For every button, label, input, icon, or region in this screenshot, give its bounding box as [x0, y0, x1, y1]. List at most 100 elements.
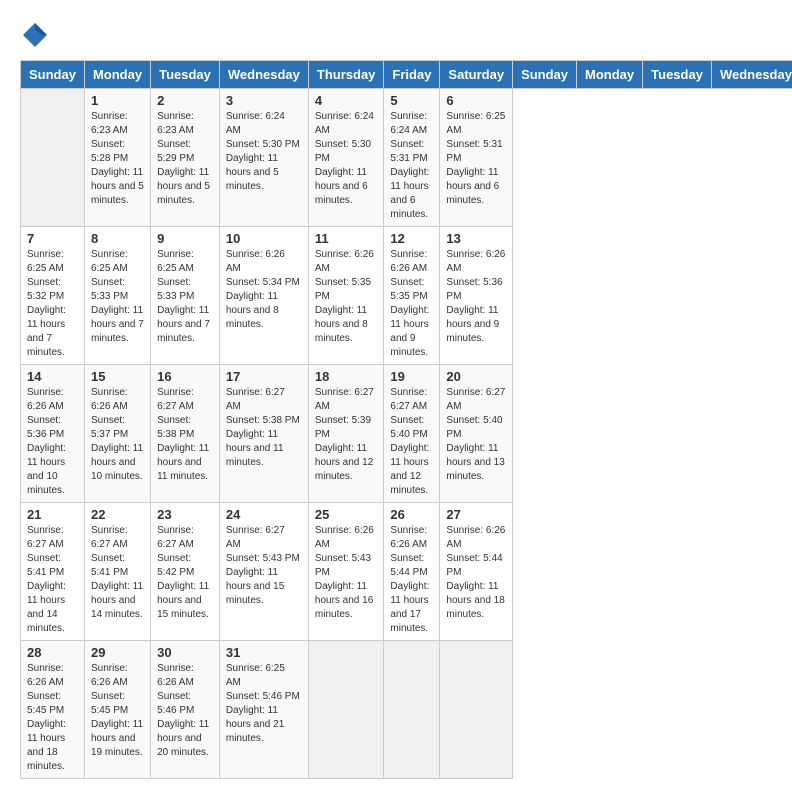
logo	[20, 20, 54, 50]
col-header-tuesday: Tuesday	[151, 61, 220, 89]
calendar-cell: 9Sunrise: 6:25 AMSunset: 5:33 PMDaylight…	[151, 227, 220, 365]
calendar-cell	[440, 641, 513, 779]
day-number: 15	[91, 369, 144, 384]
day-number: 27	[446, 507, 506, 522]
week-row-3: 14Sunrise: 6:26 AMSunset: 5:36 PMDayligh…	[21, 365, 792, 503]
calendar-cell: 30 Sunrise: 6:26 AMSunset: 5:46 PMDayligh…	[151, 641, 220, 779]
calendar-cell: 31Sunrise: 6:25 AMSunset: 5:46 PMDayligh…	[219, 641, 308, 779]
day-info: Sunrise: 6:26 AMSunset: 5:44 PMDaylight:…	[390, 524, 433, 636]
calendar-cell: 1Sunrise: 6:23 AMSunset: 5:28 PMDaylight…	[84, 89, 150, 227]
calendar-cell: 27 Sunrise: 6:26 AMSunset: 5:44 PMDayligh…	[440, 503, 513, 641]
week-row-1: 1Sunrise: 6:23 AMSunset: 5:28 PMDaylight…	[21, 89, 792, 227]
day-info: Sunrise: 6:26 AMSunset: 5:45 PMDaylight:…	[91, 662, 144, 760]
calendar-cell: 21 Sunrise: 6:27 AMSunset: 5:41 PMDayligh…	[21, 503, 85, 641]
calendar-cell: 4Sunrise: 6:24 AMSunset: 5:30 PMDaylight…	[308, 89, 384, 227]
col-header-tuesday: Tuesday	[643, 61, 712, 89]
col-header-sunday: Sunday	[513, 61, 577, 89]
day-info: Sunrise: 6:26 AMSunset: 5:45 PMDaylight:…	[27, 662, 78, 774]
day-info: Sunrise: 6:25 AMSunset: 5:32 PMDaylight:…	[27, 248, 78, 360]
col-header-monday: Monday	[577, 61, 643, 89]
day-info: Sunrise: 6:27 AMSunset: 5:39 PMDaylight:…	[315, 386, 378, 484]
day-number: 25	[315, 507, 378, 522]
day-info: Sunrise: 6:25 AMSunset: 5:33 PMDaylight:…	[91, 248, 144, 346]
col-header-wednesday: Wednesday	[219, 61, 308, 89]
day-info: Sunrise: 6:27 AMSunset: 5:41 PMDaylight:…	[27, 524, 78, 636]
day-info: Sunrise: 6:27 AMSunset: 5:40 PMDaylight:…	[390, 386, 433, 498]
calendar-cell: 25 Sunrise: 6:26 AMSunset: 5:43 PMDayligh…	[308, 503, 384, 641]
day-number: 24	[226, 507, 302, 522]
day-number: 1	[91, 93, 144, 108]
calendar-cell: 6 Sunrise: 6:25 AMSunset: 5:31 PMDaylight…	[440, 89, 513, 227]
day-number: 28	[27, 645, 78, 660]
calendar-cell: 2 Sunrise: 6:23 AMSunset: 5:29 PMDaylight…	[151, 89, 220, 227]
day-number: 21	[27, 507, 78, 522]
page-header	[20, 20, 772, 50]
day-info: Sunrise: 6:26 AMSunset: 5:46 PMDaylight:…	[157, 662, 213, 760]
day-number: 7	[27, 231, 78, 246]
day-info: Sunrise: 6:24 AMSunset: 5:31 PMDaylight:…	[390, 110, 433, 222]
calendar-cell: 18 Sunrise: 6:27 AMSunset: 5:39 PMDayligh…	[308, 365, 384, 503]
day-number: 30	[157, 645, 213, 660]
calendar-cell: 8 Sunrise: 6:25 AMSunset: 5:33 PMDaylight…	[84, 227, 150, 365]
day-number: 16	[157, 369, 213, 384]
day-info: Sunrise: 6:26 AMSunset: 5:34 PMDaylight:…	[226, 248, 302, 332]
day-number: 5	[390, 93, 433, 108]
day-number: 14	[27, 369, 78, 384]
col-header-sunday: Sunday	[21, 61, 85, 89]
day-number: 22	[91, 507, 144, 522]
day-number: 10	[226, 231, 302, 246]
day-number: 3	[226, 93, 302, 108]
day-number: 6	[446, 93, 506, 108]
day-info: Sunrise: 6:25 AMSunset: 5:31 PMDaylight:…	[446, 110, 506, 208]
day-number: 8	[91, 231, 144, 246]
calendar-cell: 20 Sunrise: 6:27 AMSunset: 5:40 PMDayligh…	[440, 365, 513, 503]
calendar-cell: 5 Sunrise: 6:24 AMSunset: 5:31 PMDaylight…	[384, 89, 440, 227]
day-info: Sunrise: 6:26 AMSunset: 5:44 PMDaylight:…	[446, 524, 506, 622]
col-header-saturday: Saturday	[440, 61, 513, 89]
day-number: 18	[315, 369, 378, 384]
calendar-cell	[21, 89, 85, 227]
day-info: Sunrise: 6:26 AMSunset: 5:43 PMDaylight:…	[315, 524, 378, 622]
header-row: SundayMondayTuesdayWednesdayThursdayFrid…	[21, 61, 792, 89]
calendar-cell: 23 Sunrise: 6:27 AMSunset: 5:42 PMDayligh…	[151, 503, 220, 641]
calendar-cell: 12Sunrise: 6:26 AMSunset: 5:35 PMDayligh…	[384, 227, 440, 365]
calendar-table: SundayMondayTuesdayWednesdayThursdayFrid…	[20, 60, 792, 779]
week-row-5: 28 Sunrise: 6:26 AMSunset: 5:45 PMDayligh…	[21, 641, 792, 779]
day-number: 9	[157, 231, 213, 246]
day-number: 23	[157, 507, 213, 522]
calendar-cell: 28 Sunrise: 6:26 AMSunset: 5:45 PMDayligh…	[21, 641, 85, 779]
day-number: 13	[446, 231, 506, 246]
day-info: Sunrise: 6:27 AMSunset: 5:43 PMDaylight:…	[226, 524, 302, 608]
calendar-cell: 24 Sunrise: 6:27 AMSunset: 5:43 PMDayligh…	[219, 503, 308, 641]
calendar-cell	[308, 641, 384, 779]
day-info: Sunrise: 6:27 AMSunset: 5:42 PMDaylight:…	[157, 524, 213, 622]
calendar-cell: 17Sunrise: 6:27 AMSunset: 5:38 PMDayligh…	[219, 365, 308, 503]
col-header-friday: Friday	[384, 61, 440, 89]
day-info: Sunrise: 6:24 AMSunset: 5:30 PMDaylight:…	[226, 110, 302, 194]
calendar-cell: 15 Sunrise: 6:26 AMSunset: 5:37 PMDayligh…	[84, 365, 150, 503]
col-header-monday: Monday	[84, 61, 150, 89]
day-number: 19	[390, 369, 433, 384]
day-info: Sunrise: 6:27 AMSunset: 5:41 PMDaylight:…	[91, 524, 144, 622]
day-info: Sunrise: 6:23 AMSunset: 5:29 PMDaylight:…	[157, 110, 213, 208]
day-info: Sunrise: 6:26 AMSunset: 5:37 PMDaylight:…	[91, 386, 144, 484]
calendar-cell: 7 Sunrise: 6:25 AMSunset: 5:32 PMDaylight…	[21, 227, 85, 365]
day-number: 31	[226, 645, 302, 660]
day-info: Sunrise: 6:27 AMSunset: 5:38 PMDaylight:…	[157, 386, 213, 484]
day-number: 29	[91, 645, 144, 660]
day-info: Sunrise: 6:27 AMSunset: 5:40 PMDaylight:…	[446, 386, 506, 484]
calendar-cell: 26Sunrise: 6:26 AMSunset: 5:44 PMDayligh…	[384, 503, 440, 641]
calendar-cell: 29 Sunrise: 6:26 AMSunset: 5:45 PMDayligh…	[84, 641, 150, 779]
calendar-cell: 14Sunrise: 6:26 AMSunset: 5:36 PMDayligh…	[21, 365, 85, 503]
day-number: 2	[157, 93, 213, 108]
calendar-cell: 11 Sunrise: 6:26 AMSunset: 5:35 PMDayligh…	[308, 227, 384, 365]
day-info: Sunrise: 6:26 AMSunset: 5:35 PMDaylight:…	[390, 248, 433, 360]
calendar-cell	[384, 641, 440, 779]
day-number: 20	[446, 369, 506, 384]
day-number: 11	[315, 231, 378, 246]
day-info: Sunrise: 6:26 AMSunset: 5:35 PMDaylight:…	[315, 248, 378, 346]
calendar-cell: 10 Sunrise: 6:26 AMSunset: 5:34 PMDayligh…	[219, 227, 308, 365]
calendar-cell: 22 Sunrise: 6:27 AMSunset: 5:41 PMDayligh…	[84, 503, 150, 641]
day-info: Sunrise: 6:24 AMSunset: 5:30 PMDaylight:…	[315, 110, 378, 208]
calendar-cell: 3 Sunrise: 6:24 AMSunset: 5:30 PMDaylight…	[219, 89, 308, 227]
